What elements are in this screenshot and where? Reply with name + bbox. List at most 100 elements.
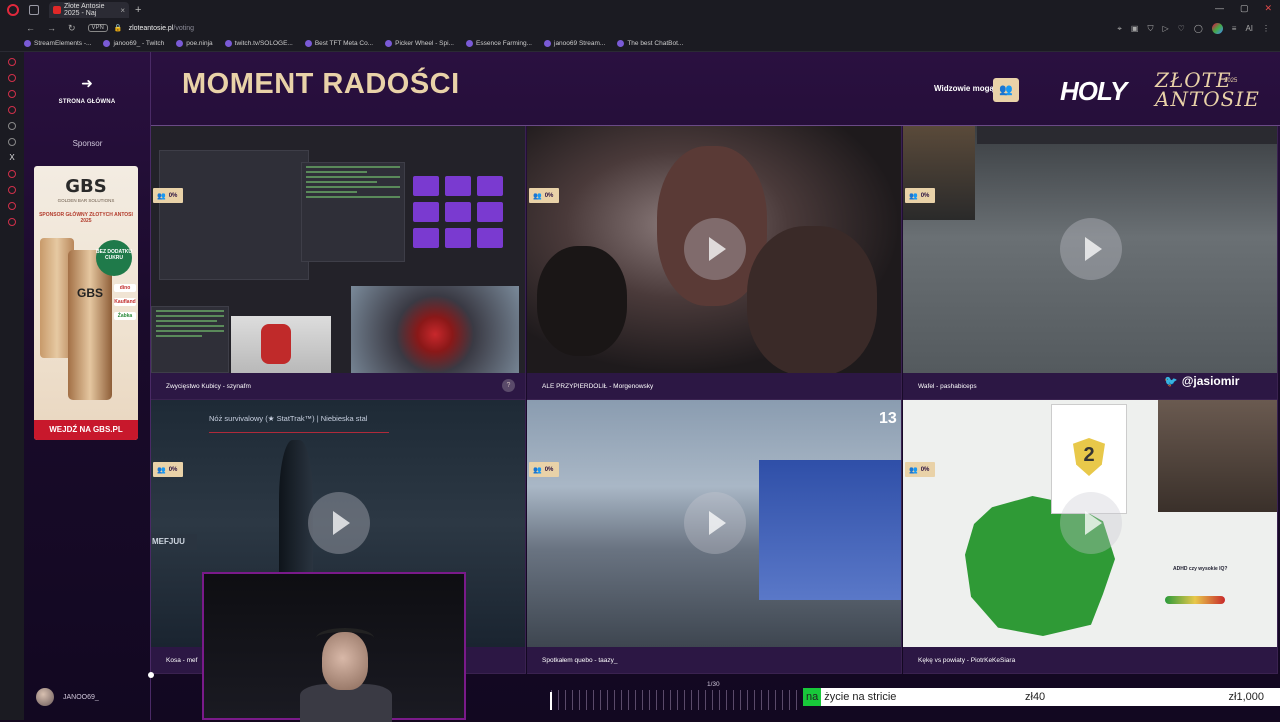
thumb-webcam bbox=[231, 316, 331, 374]
more-icon[interactable]: ⋮ bbox=[1262, 24, 1270, 33]
logo-antosie: ANTOSIE bbox=[1155, 87, 1260, 111]
window-controls: — ▢ ✕ bbox=[1215, 3, 1272, 14]
clip-card[interactable]: 👥 0% Zwycięstwo Kubicy - szynafm ? bbox=[151, 126, 526, 400]
help-icon[interactable]: ? bbox=[502, 379, 515, 392]
browser-sidebar: X bbox=[0, 52, 24, 720]
pagination-cursor[interactable] bbox=[550, 692, 552, 710]
settings-icon[interactable] bbox=[8, 122, 16, 130]
vote-percent: 0% bbox=[920, 192, 930, 199]
history-icon[interactable] bbox=[8, 186, 16, 194]
close-window-icon[interactable]: ✕ bbox=[1264, 3, 1272, 14]
back-icon[interactable]: ← bbox=[26, 23, 35, 34]
lock-icon[interactable]: 🔒 bbox=[114, 24, 123, 32]
maximize-icon[interactable]: ▢ bbox=[1240, 3, 1249, 14]
bookmark-item[interactable]: StreamElements -... bbox=[24, 40, 91, 47]
twitter-handle: @jasiomir bbox=[1181, 374, 1240, 388]
vote-percent-badge: 👥 0% bbox=[905, 188, 936, 203]
opera-home-icon[interactable] bbox=[8, 58, 16, 66]
bookmark-label: Best TFT Meta Co... bbox=[314, 40, 374, 47]
play-icon[interactable] bbox=[1060, 492, 1122, 554]
play-icon[interactable] bbox=[684, 492, 746, 554]
vpn-badge[interactable]: VPN bbox=[87, 24, 108, 32]
url-field[interactable]: zloteantosie.pl/voting bbox=[129, 25, 194, 32]
thumb-quiz-text: ADHD czy wysokie IQ? bbox=[1173, 566, 1228, 572]
close-tab-icon[interactable]: × bbox=[120, 6, 125, 15]
extensions-icon[interactable] bbox=[8, 218, 16, 226]
users-icon: 👥 bbox=[909, 192, 918, 200]
ad-brand-sub: GOLDEN BAR SOLUTIONS bbox=[57, 198, 115, 203]
opera-logo-icon[interactable] bbox=[7, 4, 19, 16]
instagram-icon[interactable] bbox=[8, 90, 16, 98]
new-tab-button[interactable]: + bbox=[135, 4, 141, 16]
minimize-icon[interactable]: — bbox=[1215, 3, 1224, 14]
users-icon: 👥 bbox=[909, 466, 918, 474]
clip-card[interactable]: 2 ADHD czy wysokie IQ? 👥 0% Kękę vs powia… bbox=[903, 400, 1278, 674]
forward-icon[interactable]: → bbox=[47, 23, 56, 34]
thumb-scale-bar bbox=[1165, 596, 1225, 604]
shield-icon[interactable]: ⛉ bbox=[1147, 24, 1153, 34]
browser-tab-bar: Złote Antosie 2025 - Naj × + — ▢ ✕ bbox=[0, 0, 1280, 20]
messenger-icon[interactable] bbox=[8, 74, 16, 82]
play-icon[interactable] bbox=[308, 492, 370, 554]
play-icon[interactable]: ▷ bbox=[1162, 24, 1168, 33]
bookmark-item[interactable]: poe.ninja bbox=[176, 40, 213, 47]
home-button[interactable]: ➜ STRONA GŁÓWNA bbox=[52, 76, 122, 106]
browser-tab[interactable]: Złote Antosie 2025 - Naj × bbox=[49, 2, 129, 18]
tab-title: Złote Antosie 2025 - Naj bbox=[64, 3, 105, 17]
account-icon[interactable]: ◯ bbox=[1194, 24, 1203, 33]
vote-percent: 0% bbox=[168, 192, 178, 199]
ai-button[interactable]: AI bbox=[1245, 24, 1253, 33]
vote-percent-badge: 👥 0% bbox=[153, 188, 184, 203]
users-icon: 👥 bbox=[533, 192, 542, 200]
snapshot-icon[interactable]: ▣ bbox=[1131, 24, 1139, 33]
clip-card[interactable]: 👥 0% Wafel - pashabiceps bbox=[903, 126, 1278, 400]
bookmark-item[interactable]: janoo69 Stream... bbox=[544, 40, 605, 47]
bookmark-item[interactable]: Essence Farming... bbox=[466, 40, 532, 47]
whatsapp-icon[interactable] bbox=[8, 106, 16, 114]
play-icon[interactable] bbox=[684, 218, 746, 280]
user-name: JANOO69_ bbox=[63, 693, 99, 701]
heart-icon[interactable]: ♡ bbox=[1178, 24, 1185, 33]
play-icon[interactable] bbox=[1060, 218, 1122, 280]
bookmark-label: Essence Farming... bbox=[476, 40, 532, 47]
retailer-logo: dino bbox=[114, 284, 136, 292]
x-twitter-icon[interactable]: X bbox=[8, 154, 16, 162]
user-profile[interactable]: JANOO69_ bbox=[36, 688, 99, 706]
discord-icon[interactable] bbox=[8, 138, 16, 146]
vote-percent-badge: 👥 0% bbox=[529, 462, 560, 477]
bookmark-item[interactable]: The best ChatBot... bbox=[617, 40, 683, 47]
menu-icon[interactable]: ≡ bbox=[1232, 24, 1237, 33]
bookmark-item[interactable]: Picker Wheel - Spi... bbox=[385, 40, 454, 47]
streamer-webcam bbox=[202, 572, 466, 722]
users-icon: 👥 bbox=[157, 192, 166, 200]
ad-badge: BEZ DODATKU CUKRU bbox=[96, 240, 132, 276]
viewers-icon[interactable]: 👥 bbox=[993, 78, 1019, 102]
thumb-divider bbox=[209, 432, 389, 433]
clip-card[interactable]: 13 👥 0% Spotkałem quebo - taazy_ bbox=[527, 400, 902, 674]
bookmark-label: Picker Wheel - Spi... bbox=[395, 40, 454, 47]
address-toolbar: ⌖ ▣ ⛉ ▷ ♡ ◯ ≡ AI ⋮ bbox=[1117, 23, 1270, 34]
tab-overview-icon[interactable] bbox=[29, 5, 39, 15]
vote-percent: 0% bbox=[920, 466, 930, 473]
back-arrow-icon: ➜ bbox=[81, 75, 93, 91]
bookmark-favicon-icon bbox=[617, 40, 625, 47]
favicon-icon bbox=[53, 6, 61, 14]
pin-icon[interactable]: ⌖ bbox=[1117, 24, 1122, 34]
reload-icon[interactable]: ↻ bbox=[68, 23, 76, 34]
thumb-race-cam bbox=[351, 286, 519, 374]
pagination-track[interactable] bbox=[551, 690, 801, 710]
music-icon[interactable] bbox=[8, 170, 16, 178]
sponsor-ad[interactable]: GBS GOLDEN BAR SOLUTIONS SPONSOR GŁÓWNY … bbox=[34, 166, 138, 440]
clip-card[interactable]: 👥 0% ALE PRZYPIERDOLIŁ - Morgenowsky bbox=[527, 126, 902, 400]
bookmark-item[interactable]: Best TFT Meta Co... bbox=[304, 40, 374, 47]
bookmark-item[interactable]: twitch.tv/SOLOGE... bbox=[224, 40, 293, 47]
avatar bbox=[36, 688, 54, 706]
downloads-icon[interactable] bbox=[8, 202, 16, 210]
bookmark-label: janoo69_ - Twitch bbox=[113, 40, 165, 47]
bookmark-favicon-icon bbox=[304, 40, 312, 47]
extension-icon[interactable] bbox=[1211, 23, 1223, 34]
bookmark-item[interactable]: janoo69_ - Twitch bbox=[103, 40, 164, 47]
bookmark-favicon-icon bbox=[103, 40, 111, 47]
users-icon: 👥 bbox=[157, 466, 166, 474]
ad-cta-button[interactable]: WEJDŹ NA GBS.PL bbox=[34, 420, 138, 440]
